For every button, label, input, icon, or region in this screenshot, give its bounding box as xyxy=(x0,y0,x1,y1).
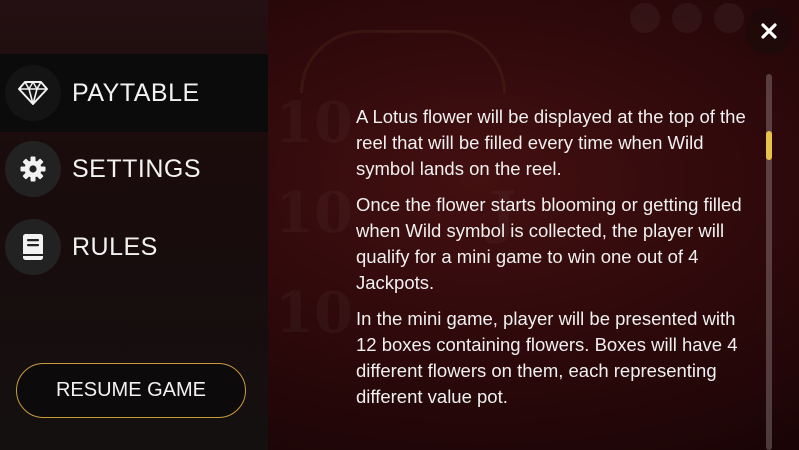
scrollbar-thumb[interactable] xyxy=(766,131,772,160)
menu-label-settings: SETTINGS xyxy=(72,154,202,183)
rules-paragraph: In the mini game, player will be present… xyxy=(356,308,738,407)
resume-game-button[interactable]: RESUME GAME xyxy=(16,363,246,418)
menu-item-settings[interactable]: SETTINGS xyxy=(0,130,268,208)
side-menu: PAYTABLE SETTINGS RULES RESUME GAME xyxy=(0,0,268,450)
rules-paragraph: A Lotus flower will be displayed at the … xyxy=(356,106,746,179)
book-icon xyxy=(5,219,61,275)
menu-label-paytable: PAYTABLE xyxy=(72,78,200,107)
rules-paragraph: Once the flower starts blooming or getti… xyxy=(356,194,742,293)
gear-icon xyxy=(5,141,61,197)
diamond-icon xyxy=(5,65,61,121)
menu-label-rules: RULES xyxy=(72,232,158,261)
menu-item-paytable[interactable]: PAYTABLE xyxy=(0,54,268,132)
menu-item-rules[interactable]: RULES xyxy=(0,208,268,286)
content-scrollbar[interactable] xyxy=(766,74,772,450)
close-button[interactable] xyxy=(745,7,793,55)
rules-content: A Lotus flower will be displayed at the … xyxy=(356,104,752,420)
close-icon xyxy=(761,23,777,39)
